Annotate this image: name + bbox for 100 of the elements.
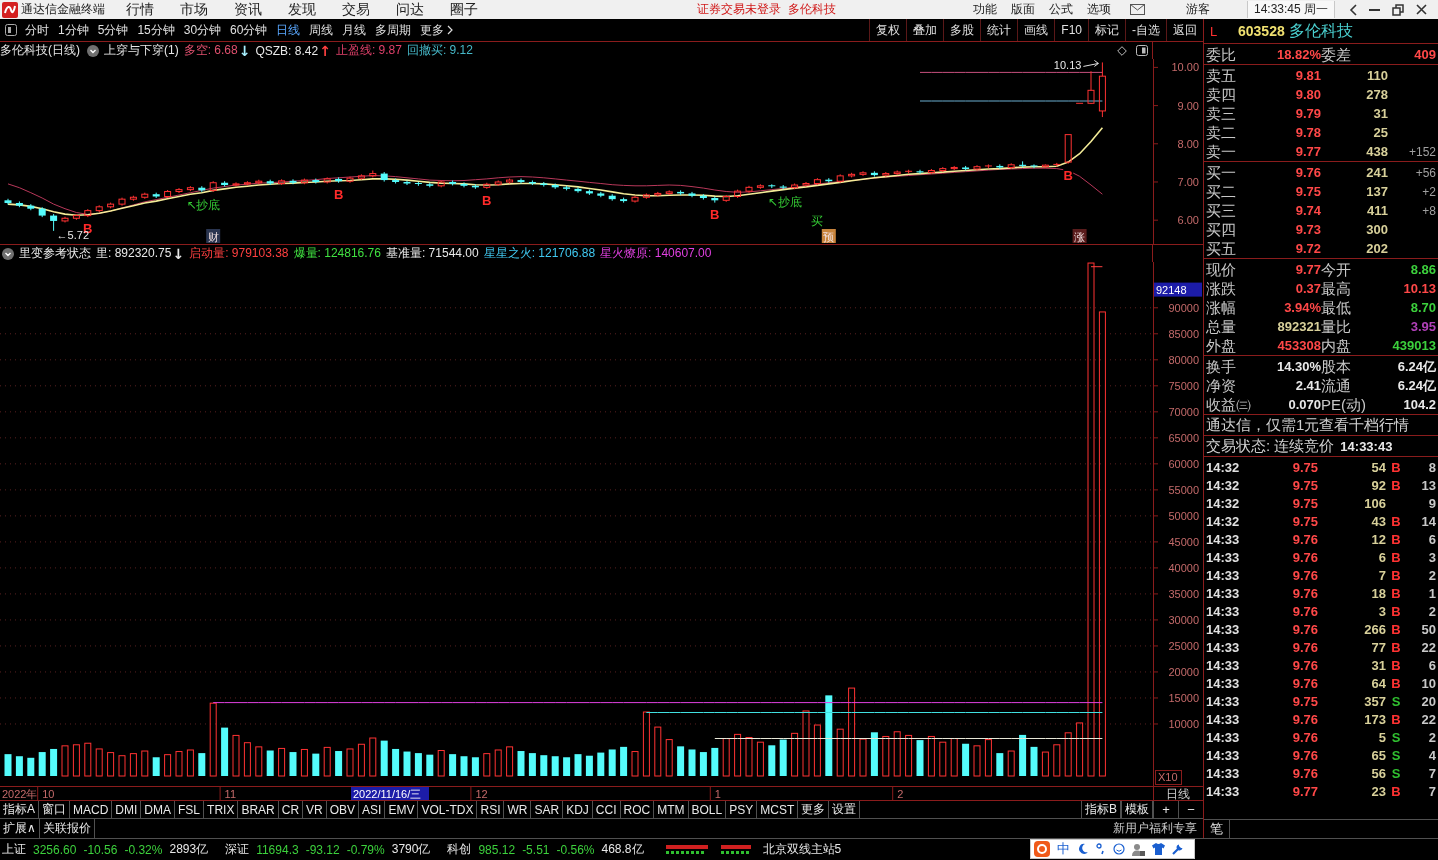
indicator-tab[interactable]: SAR bbox=[531, 801, 564, 818]
menu-item[interactable]: 资讯 bbox=[234, 0, 262, 19]
indicator-tab[interactable]: 模板 bbox=[1121, 801, 1153, 818]
mail-icon[interactable] bbox=[1130, 4, 1145, 15]
toolbar-button[interactable]: 复权 bbox=[869, 19, 907, 41]
formula-name[interactable]: 上穿与下穿(1) bbox=[104, 42, 179, 59]
indicator-tab[interactable]: MACD bbox=[70, 801, 113, 818]
toolbar-button[interactable]: 统计 bbox=[980, 19, 1018, 41]
menu-item[interactable]: 圈子 bbox=[450, 0, 478, 19]
notice-link[interactable]: 证券交易未登录 bbox=[697, 1, 781, 18]
period-tab[interactable]: 多周期 bbox=[375, 21, 412, 39]
indicator-tab[interactable]: MTM bbox=[654, 801, 689, 818]
indicator-tab[interactable]: BRAR bbox=[238, 801, 279, 818]
person-icon[interactable] bbox=[1132, 842, 1145, 856]
indicator-tab[interactable]: BOLL bbox=[688, 801, 727, 818]
indicator-tab[interactable]: MCST bbox=[757, 801, 799, 818]
period-tab[interactable]: 5分钟 bbox=[97, 21, 129, 39]
indicator-tab[interactable]: VOL-TDX bbox=[418, 801, 478, 818]
index-name[interactable]: 科创 bbox=[447, 841, 472, 858]
indicator-tab[interactable]: RSI bbox=[477, 801, 505, 818]
menu-item[interactable]: 问达 bbox=[396, 0, 424, 19]
promo-notice[interactable]: 通达信，仅需1元查看千档行情 bbox=[1204, 415, 1438, 436]
user-label[interactable]: 游客 bbox=[1186, 1, 1210, 18]
toolbar-button[interactable]: 画线 bbox=[1017, 19, 1055, 41]
diamond-icon[interactable] bbox=[1117, 45, 1128, 56]
indicator-tab[interactable]: CCI bbox=[592, 801, 621, 818]
menu-item[interactable]: 公式 bbox=[1049, 1, 1073, 18]
indicator-tab[interactable]: ASI bbox=[359, 801, 386, 818]
wrench-icon[interactable] bbox=[1172, 843, 1184, 855]
toolbar-button[interactable]: F10 bbox=[1054, 19, 1088, 41]
minimize-icon[interactable] bbox=[1369, 8, 1381, 11]
chevron-circle-icon[interactable] bbox=[87, 44, 99, 57]
restore-icon[interactable] bbox=[1392, 3, 1405, 16]
detail-tab[interactable]: 笔 bbox=[1204, 820, 1230, 838]
menu-item[interactable]: 版面 bbox=[1011, 1, 1035, 18]
trade-side: B bbox=[1391, 549, 1401, 565]
index-name[interactable]: 深证 bbox=[225, 841, 250, 858]
close-icon[interactable] bbox=[1416, 4, 1428, 15]
indicator-tab[interactable]: KDJ bbox=[563, 801, 593, 818]
panel-tab[interactable]: 扩展∧ bbox=[0, 819, 40, 838]
indicator-tab[interactable]: FSL bbox=[175, 801, 205, 818]
punctuation-icon[interactable] bbox=[1096, 843, 1106, 855]
indicator-tab[interactable]: DMA bbox=[141, 801, 176, 818]
indicator-tab[interactable]: 窗口 bbox=[39, 801, 70, 818]
period-tab[interactable]: 分时 bbox=[25, 21, 49, 39]
period-tab[interactable]: 日线 bbox=[276, 21, 301, 39]
candle bbox=[323, 176, 331, 184]
index-name[interactable]: 上证 bbox=[2, 841, 26, 858]
indicator-tab[interactable]: TRIX bbox=[204, 801, 239, 818]
notice-link[interactable]: 多伦科技 bbox=[788, 1, 836, 18]
period-tab[interactable]: 15分钟 bbox=[137, 21, 175, 39]
zoom-button[interactable]: + bbox=[1153, 801, 1178, 818]
period-tab[interactable]: 30分钟 bbox=[183, 21, 222, 39]
toolbar-button[interactable]: 多股 bbox=[943, 19, 981, 41]
indicator-tab[interactable]: 指标A bbox=[0, 801, 39, 818]
period-tab[interactable]: 更多 bbox=[420, 21, 454, 39]
toolbar-button[interactable]: 叠加 bbox=[906, 19, 944, 41]
moon-icon[interactable] bbox=[1077, 843, 1089, 855]
input-mode[interactable]: 中 bbox=[1057, 840, 1070, 858]
indicator-tab[interactable]: DMI bbox=[112, 801, 142, 818]
field-label: 流通 bbox=[1321, 376, 1352, 395]
period-tab[interactable]: 1分钟 bbox=[58, 21, 89, 39]
menu-item[interactable]: 发现 bbox=[288, 0, 316, 19]
scale-label: X10 bbox=[1155, 770, 1182, 785]
back-icon[interactable] bbox=[1349, 3, 1358, 16]
ime-logo-icon[interactable] bbox=[1034, 841, 1050, 857]
chevron-circle-icon[interactable] bbox=[2, 247, 14, 260]
indicator-tab[interactable]: EMV bbox=[385, 801, 419, 818]
period-tab[interactable]: 月线 bbox=[342, 21, 367, 39]
menu-item[interactable]: 交易 bbox=[342, 0, 370, 19]
indicator-tab[interactable]: CR bbox=[278, 801, 304, 818]
candle bbox=[1007, 162, 1015, 170]
indicator-tab[interactable]: 指标B bbox=[1081, 801, 1121, 818]
server-name[interactable]: 北京双线主站5 bbox=[762, 841, 842, 858]
menu-item[interactable]: 市场 bbox=[180, 0, 208, 19]
indicator-tab[interactable]: 设置 bbox=[829, 801, 861, 818]
indicator-tab[interactable]: 更多 bbox=[798, 801, 830, 818]
indicator-tab[interactable]: ROC bbox=[620, 801, 655, 818]
smiley-icon[interactable] bbox=[1113, 843, 1125, 855]
promo-link[interactable]: 新用户福利专享 bbox=[1113, 819, 1203, 838]
candle bbox=[528, 179, 536, 186]
indicator-value: 回撤买: 9.12 bbox=[406, 42, 473, 59]
panel-tab[interactable]: 关联报价 bbox=[39, 819, 95, 838]
toolbar-button[interactable]: 返回 bbox=[1166, 19, 1203, 41]
sidebar-toggle-icon[interactable] bbox=[5, 24, 17, 36]
toolbar-button[interactable]: 标记 bbox=[1088, 19, 1125, 41]
menu-item[interactable]: 功能 bbox=[973, 1, 997, 18]
shirt-icon[interactable] bbox=[1152, 843, 1165, 855]
period-tab[interactable]: 周线 bbox=[309, 21, 334, 39]
menu-item[interactable]: 行情 bbox=[126, 0, 154, 19]
indicator-tab[interactable]: VR bbox=[303, 801, 327, 818]
menu-item[interactable]: 选项 bbox=[1087, 1, 1111, 18]
panel-icon[interactable] bbox=[1136, 45, 1149, 56]
zoom-button[interactable]: − bbox=[1178, 801, 1203, 818]
candle bbox=[597, 191, 605, 198]
toolbar-button[interactable]: -自选 bbox=[1125, 19, 1166, 41]
period-tab[interactable]: 60分钟 bbox=[230, 21, 268, 39]
indicator-tab[interactable]: PSY bbox=[726, 801, 758, 818]
indicator-tab[interactable]: WR bbox=[504, 801, 532, 818]
indicator-tab[interactable]: OBV bbox=[326, 801, 360, 818]
